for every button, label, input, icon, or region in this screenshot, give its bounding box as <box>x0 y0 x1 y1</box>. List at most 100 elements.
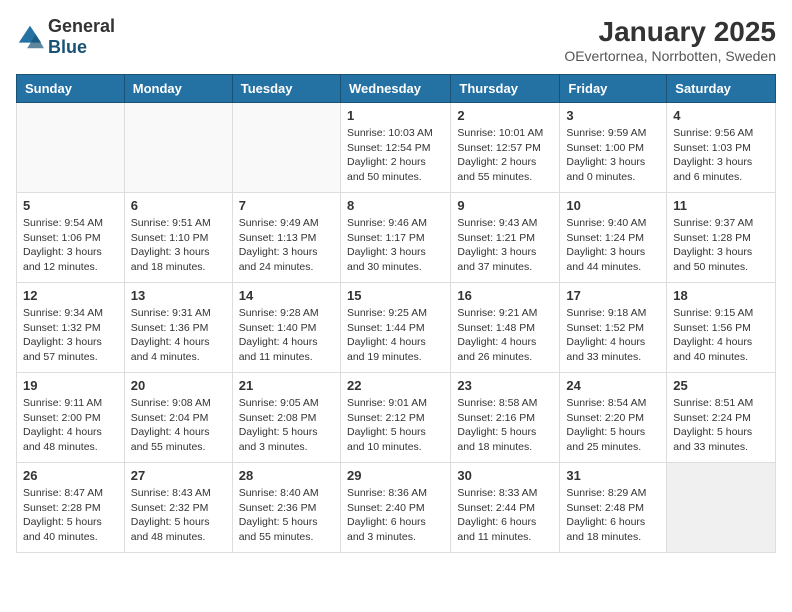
day-cell: 13 Sunrise: 9:31 AM Sunset: 1:36 PM Dayli… <box>124 283 232 373</box>
day-info: Sunrise: 8:36 AM Sunset: 2:40 PM Dayligh… <box>347 486 444 545</box>
day-info: Sunrise: 8:40 AM Sunset: 2:36 PM Dayligh… <box>239 486 334 545</box>
day-cell: 2 Sunrise: 10:01 AM Sunset: 12:57 PM Dayl… <box>451 103 560 193</box>
day-number: 26 <box>23 468 118 483</box>
day-cell: 23Sunrise: 8:58 AM Sunset: 2:16 PM Dayli… <box>451 373 560 463</box>
week-row-5: 26 Sunrise: 8:47 AM Sunset: 2:28 PM Dayli… <box>17 463 776 553</box>
day-cell: 6 Sunrise: 9:51 AM Sunset: 1:10 PM Daylig… <box>124 193 232 283</box>
day-info: Sunrise: 8:47 AM Sunset: 2:28 PM Dayligh… <box>23 486 118 545</box>
day-number: 6 <box>131 198 226 213</box>
day-info: Sunrise: 9:25 AM Sunset: 1:44 PM Dayligh… <box>347 306 444 365</box>
day-info: Sunrise: 8:33 AM Sunset: 2:44 PM Dayligh… <box>457 486 553 545</box>
weekday-header-saturday: Saturday <box>667 75 776 103</box>
day-number: 16 <box>457 288 553 303</box>
day-info: Sunrise: 8:51 AM Sunset: 2:24 PM Dayligh… <box>673 396 769 455</box>
day-info: Sunrise: 9:01 AM Sunset: 2:12 PM Dayligh… <box>347 396 444 455</box>
logo-general-text: General <box>48 16 115 36</box>
day-number: 27 <box>131 468 226 483</box>
day-number: 10 <box>566 198 660 213</box>
week-row-2: 5 Sunrise: 9:54 AM Sunset: 1:06 PM Daylig… <box>17 193 776 283</box>
day-number: 3 <box>566 108 660 123</box>
day-cell: 19Sunrise: 9:11 AM Sunset: 2:00 PM Dayli… <box>17 373 125 463</box>
day-cell: 11Sunrise: 9:37 AM Sunset: 1:28 PM Dayli… <box>667 193 776 283</box>
day-cell: 5 Sunrise: 9:54 AM Sunset: 1:06 PM Daylig… <box>17 193 125 283</box>
day-number: 5 <box>23 198 118 213</box>
day-number: 12 <box>23 288 118 303</box>
day-cell: 7 Sunrise: 9:49 AM Sunset: 1:13 PM Daylig… <box>232 193 340 283</box>
logo-blue-text: Blue <box>48 37 87 57</box>
day-cell: 16Sunrise: 9:21 AM Sunset: 1:48 PM Dayli… <box>451 283 560 373</box>
day-info: Sunrise: 9:08 AM Sunset: 2:04 PM Dayligh… <box>131 396 226 455</box>
day-info: Sunrise: 9:46 AM Sunset: 1:17 PM Dayligh… <box>347 216 444 275</box>
day-cell: 21Sunrise: 9:05 AM Sunset: 2:08 PM Dayli… <box>232 373 340 463</box>
day-info: Sunrise: 9:05 AM Sunset: 2:08 PM Dayligh… <box>239 396 334 455</box>
day-cell: 24 Sunrise: 8:54 AM Sunset: 2:20 PM Dayli… <box>560 373 667 463</box>
day-cell: 25Sunrise: 8:51 AM Sunset: 2:24 PM Dayli… <box>667 373 776 463</box>
day-info: Sunrise: 10:01 AM Sunset: 12:57 PM Dayli… <box>457 126 553 185</box>
logo: General Blue <box>16 16 115 58</box>
day-info: Sunrise: 9:54 AM Sunset: 1:06 PM Dayligh… <box>23 216 118 275</box>
day-cell <box>232 103 340 193</box>
day-number: 20 <box>131 378 226 393</box>
weekday-header-monday: Monday <box>124 75 232 103</box>
day-cell: 28 Sunrise: 8:40 AM Sunset: 2:36 PM Dayli… <box>232 463 340 553</box>
day-cell: 12 Sunrise: 9:34 AM Sunset: 1:32 PM Dayli… <box>17 283 125 373</box>
day-number: 17 <box>566 288 660 303</box>
day-number: 30 <box>457 468 553 483</box>
day-cell: 10 Sunrise: 9:40 AM Sunset: 1:24 PM Dayli… <box>560 193 667 283</box>
day-number: 29 <box>347 468 444 483</box>
day-cell: 22 Sunrise: 9:01 AM Sunset: 2:12 PM Dayli… <box>340 373 450 463</box>
weekday-header-sunday: Sunday <box>17 75 125 103</box>
week-row-1: 1 Sunrise: 10:03 AM Sunset: 12:54 PM Dayl… <box>17 103 776 193</box>
day-info: Sunrise: 9:28 AM Sunset: 1:40 PM Dayligh… <box>239 306 334 365</box>
day-info: Sunrise: 8:43 AM Sunset: 2:32 PM Dayligh… <box>131 486 226 545</box>
day-info: Sunrise: 9:40 AM Sunset: 1:24 PM Dayligh… <box>566 216 660 275</box>
day-info: Sunrise: 9:34 AM Sunset: 1:32 PM Dayligh… <box>23 306 118 365</box>
day-number: 13 <box>131 288 226 303</box>
day-info: Sunrise: 8:54 AM Sunset: 2:20 PM Dayligh… <box>566 396 660 455</box>
day-cell: 31 Sunrise: 8:29 AM Sunset: 2:48 PM Dayli… <box>560 463 667 553</box>
weekday-header-thursday: Thursday <box>451 75 560 103</box>
day-cell <box>124 103 232 193</box>
day-number: 14 <box>239 288 334 303</box>
week-row-3: 12 Sunrise: 9:34 AM Sunset: 1:32 PM Dayli… <box>17 283 776 373</box>
weekday-header-tuesday: Tuesday <box>232 75 340 103</box>
day-cell: 3Sunrise: 9:59 AM Sunset: 1:00 PM Daylig… <box>560 103 667 193</box>
day-cell: 4Sunrise: 9:56 AM Sunset: 1:03 PM Daylig… <box>667 103 776 193</box>
day-cell: 15 Sunrise: 9:25 AM Sunset: 1:44 PM Dayli… <box>340 283 450 373</box>
day-cell: 20 Sunrise: 9:08 AM Sunset: 2:04 PM Dayli… <box>124 373 232 463</box>
day-number: 24 <box>566 378 660 393</box>
day-number: 2 <box>457 108 553 123</box>
logo-icon <box>16 23 44 51</box>
day-number: 22 <box>347 378 444 393</box>
day-number: 31 <box>566 468 660 483</box>
day-info: Sunrise: 9:51 AM Sunset: 1:10 PM Dayligh… <box>131 216 226 275</box>
day-number: 19 <box>23 378 118 393</box>
day-cell: 26 Sunrise: 8:47 AM Sunset: 2:28 PM Dayli… <box>17 463 125 553</box>
day-number: 7 <box>239 198 334 213</box>
day-number: 15 <box>347 288 444 303</box>
day-number: 11 <box>673 198 769 213</box>
day-info: Sunrise: 10:03 AM Sunset: 12:54 PM Dayli… <box>347 126 444 185</box>
day-cell: 30 Sunrise: 8:33 AM Sunset: 2:44 PM Dayli… <box>451 463 560 553</box>
day-number: 23 <box>457 378 553 393</box>
day-cell: 17 Sunrise: 9:18 AM Sunset: 1:52 PM Dayli… <box>560 283 667 373</box>
day-cell: 1 Sunrise: 10:03 AM Sunset: 12:54 PM Dayl… <box>340 103 450 193</box>
day-info: Sunrise: 9:56 AM Sunset: 1:03 PM Dayligh… <box>673 126 769 185</box>
day-info: Sunrise: 9:49 AM Sunset: 1:13 PM Dayligh… <box>239 216 334 275</box>
day-info: Sunrise: 9:18 AM Sunset: 1:52 PM Dayligh… <box>566 306 660 365</box>
day-number: 8 <box>347 198 444 213</box>
day-cell: 29 Sunrise: 8:36 AM Sunset: 2:40 PM Dayli… <box>340 463 450 553</box>
day-cell: 8 Sunrise: 9:46 AM Sunset: 1:17 PM Daylig… <box>340 193 450 283</box>
page-subtitle: OEvertornea, Norrbotten, Sweden <box>564 48 776 64</box>
day-info: Sunrise: 9:31 AM Sunset: 1:36 PM Dayligh… <box>131 306 226 365</box>
day-number: 28 <box>239 468 334 483</box>
day-cell <box>667 463 776 553</box>
day-cell: 9Sunrise: 9:43 AM Sunset: 1:21 PM Daylig… <box>451 193 560 283</box>
weekday-header-row: SundayMondayTuesdayWednesdayThursdayFrid… <box>17 75 776 103</box>
day-cell: 18Sunrise: 9:15 AM Sunset: 1:56 PM Dayli… <box>667 283 776 373</box>
day-info: Sunrise: 8:29 AM Sunset: 2:48 PM Dayligh… <box>566 486 660 545</box>
weekday-header-friday: Friday <box>560 75 667 103</box>
day-number: 1 <box>347 108 444 123</box>
page-title: January 2025 <box>564 16 776 48</box>
day-cell: 27 Sunrise: 8:43 AM Sunset: 2:32 PM Dayli… <box>124 463 232 553</box>
